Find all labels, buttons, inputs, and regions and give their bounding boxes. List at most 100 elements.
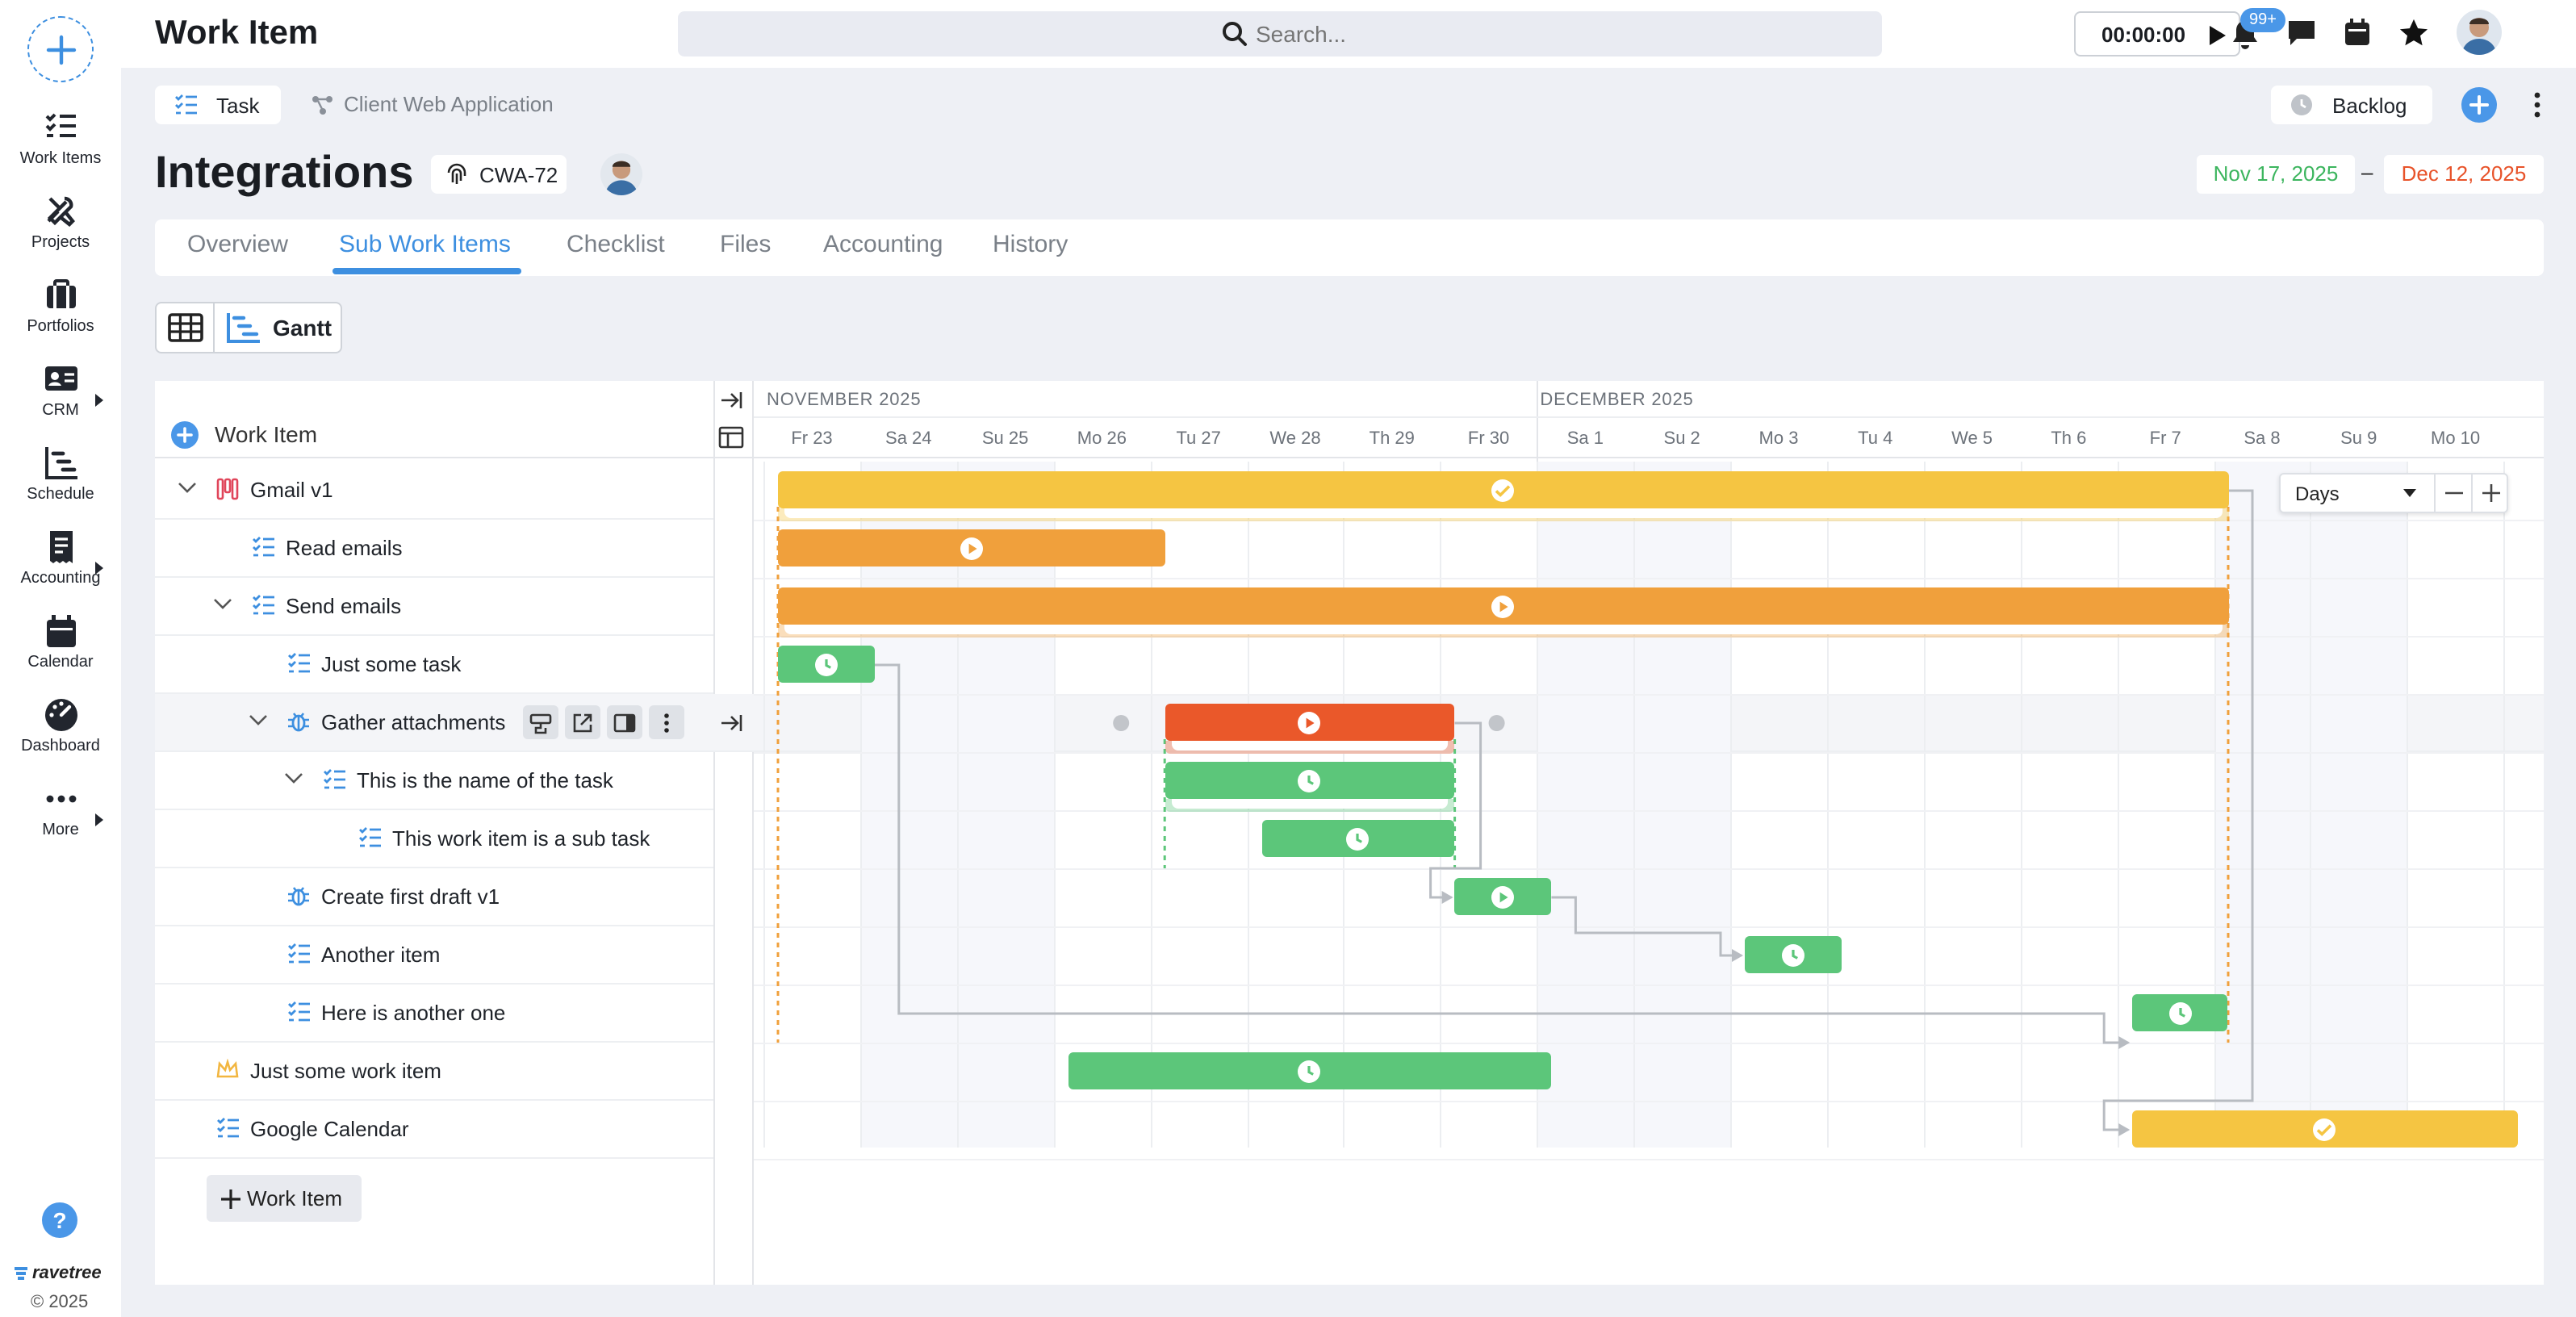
table-view-button[interactable] [157,303,215,352]
sidebar-item-calendar[interactable]: Calendar [0,613,121,694]
table-row[interactable]: Send emails [155,578,713,636]
sidebar-item-label: Projects [31,234,90,252]
table-row[interactable]: This work item is a sub task [155,810,713,868]
chevron-down-icon[interactable] [249,710,268,730]
ravetree-logo-icon [15,1267,27,1280]
tab-accounting[interactable]: Accounting [823,231,943,258]
sidebar-item-more[interactable]: More [0,781,121,862]
gantt-label: Gantt [273,315,332,341]
chevron-down-icon[interactable] [284,768,303,788]
start-date[interactable]: Nov 17, 2025 [2197,155,2355,194]
row-label: This is the name of the task [357,768,613,792]
notification-badge: 99+ [2240,8,2285,32]
bar-status-badge [1298,1060,1321,1082]
search-box[interactable] [678,11,1882,56]
gantt-bar[interactable] [2131,1110,2519,1148]
table-row[interactable]: Just some task [155,636,713,694]
brand-name: ravetree [32,1264,102,1283]
collapse-grid-icon[interactable] [718,389,744,412]
zoom-unit-select[interactable]: Days [2281,475,2436,512]
tab-files[interactable]: Files [720,231,771,258]
gantt-bar[interactable] [1165,704,1455,741]
zoom-out-button[interactable] [2436,475,2473,512]
bar-status-badge [1298,711,1321,734]
gantt-bar[interactable] [778,646,875,683]
row-label: Create first draft v1 [321,884,500,909]
sidebar-item-projects[interactable]: Projects [0,194,121,274]
chat-icon[interactable] [2287,19,2316,47]
sidebar-item-dashboard[interactable]: Dashboard [0,697,121,778]
table-row[interactable]: Create first draft v1 [155,868,713,926]
gantt-bar[interactable] [1261,820,1455,857]
row-action-side-panel-button[interactable] [607,705,642,739]
sidebar-item-work-items[interactable]: Work Items [0,110,121,190]
dropdown-caret-icon [2403,489,2416,497]
gantt-bar[interactable] [1165,762,1455,799]
chevron-down-icon[interactable] [178,478,197,497]
gantt-bar[interactable] [2131,994,2228,1031]
sidebar-item-accounting[interactable]: Accounting [0,529,121,610]
tab-sub-work-items[interactable]: Sub Work Items [339,231,511,258]
table-row[interactable]: Just some work item [155,1043,713,1101]
breadcrumb-project[interactable]: Client Web Application [312,92,554,116]
star-icon[interactable] [2398,18,2429,48]
task-icon [288,1001,310,1022]
status-chip[interactable]: Backlog [2271,86,2432,124]
tab-history[interactable]: History [993,231,1068,258]
chevron-down-icon[interactable] [213,594,232,613]
more-vertical-icon[interactable] [2532,92,2542,118]
table-row[interactable]: Gmail v1 [155,462,713,520]
table-row[interactable]: Another item [155,926,713,985]
brand-logo: ravetree [13,1264,102,1283]
id-chip[interactable]: CWA-72 [431,155,567,194]
calendar-icon[interactable] [2344,18,2371,47]
type-chip[interactable]: Task [155,86,281,124]
gantt-panel: Work Item Gmail v1 Read emails Send emails… [155,381,2544,1285]
tab-overview[interactable]: Overview [187,231,288,258]
sidebar: Work Items Projects Portfolios CRM Schedule A… [0,0,121,1317]
create-button[interactable] [27,16,94,82]
row-action-open-external-button[interactable] [565,705,600,739]
sidebar-item-portfolios[interactable]: Portfolios [0,278,121,358]
user-avatar[interactable] [2457,10,2502,55]
help-button[interactable]: ? [42,1202,77,1238]
plus-icon [45,34,76,65]
gantt-view-button[interactable]: Gantt [215,303,341,352]
timer-button[interactable]: 00:00:00 [2074,11,2240,56]
tab-checklist[interactable]: Checklist [567,231,665,258]
task-icon [288,653,310,673]
clock-icon [1792,949,1798,959]
project-name: Client Web Application [344,92,554,116]
task-icon [217,1118,239,1138]
task-icon [253,595,274,615]
gantt-bar[interactable] [1068,1052,1552,1089]
gantt-bar[interactable] [778,587,2228,625]
row-action-link-button[interactable] [523,705,558,739]
table-row[interactable]: Google Calendar [155,1101,713,1159]
plus-icon [177,427,193,443]
gantt-add-work-item-icon-button[interactable] [171,421,199,449]
page-title: Integrations [155,147,414,197]
row-action-more-vertical-button[interactable] [649,705,684,739]
gantt-bar[interactable] [1454,878,1552,915]
bar-status-badge [1491,885,1515,908]
add-work-item-button[interactable]: Work Item [207,1175,362,1222]
search-input[interactable] [1256,19,1579,48]
table-row[interactable]: This is the name of the task [155,752,713,810]
add-work-item-label: Work Item [247,1186,342,1210]
end-date[interactable]: Dec 12, 2025 [2384,155,2544,194]
assignee-avatar[interactable] [600,153,642,195]
gantt-bar[interactable] [778,529,1165,567]
jump-to-bar-icon[interactable] [718,712,744,734]
zoom-in-button[interactable] [2473,475,2510,512]
date-separator: – [2361,160,2373,184]
add-button[interactable] [2461,87,2497,123]
gantt-bar[interactable] [1745,936,1842,973]
sidebar-item-crm[interactable]: CRM [0,362,121,442]
column-settings-icon[interactable] [718,426,744,449]
table-row[interactable]: Here is another one [155,985,713,1043]
row-label: Gmail v1 [250,478,333,502]
gantt-bar[interactable] [778,471,2228,508]
sidebar-item-schedule[interactable]: Schedule [0,445,121,526]
table-row[interactable]: Read emails [155,520,713,578]
